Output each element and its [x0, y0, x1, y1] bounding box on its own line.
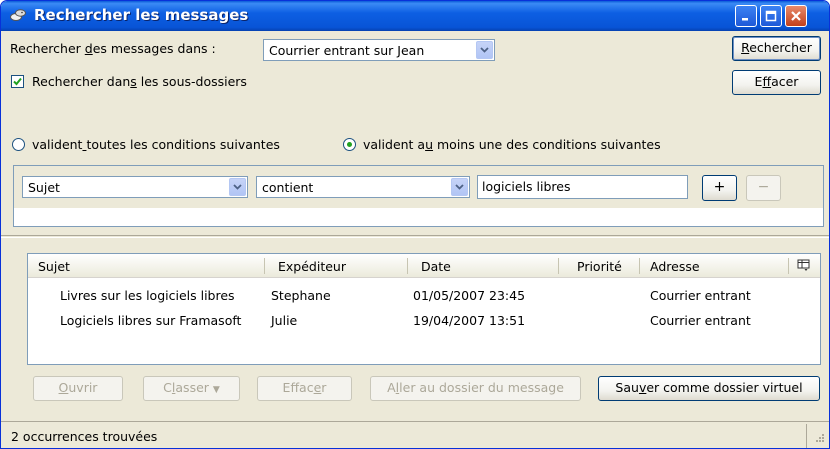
criterion-operator-select[interactable]: contient	[256, 176, 470, 198]
match-any-label[interactable]: valident au moins une des conditions sui…	[363, 137, 661, 152]
search-button[interactable]: Rechercher	[732, 36, 821, 61]
minimize-icon	[742, 18, 748, 21]
status-text: 2 occurrences trouvées	[11, 429, 158, 444]
table-row[interactable]: Logiciels libres sur Framasoft Julie 19/…	[28, 311, 820, 331]
match-all-label[interactable]: valident toutes les conditions suivantes	[32, 137, 280, 152]
title-bar[interactable]: Rechercher les messages	[1, 1, 829, 31]
resize-grip-icon[interactable]	[813, 431, 825, 446]
criterion-field-value: Sujet	[28, 180, 60, 195]
subfolders-checkbox[interactable]	[11, 75, 24, 88]
search-in-folder-value: Courrier entrant sur Jean	[269, 43, 425, 58]
app-icon	[10, 8, 26, 22]
remove-criterion-button[interactable]: −	[746, 175, 781, 201]
clear-button[interactable]: Effacer	[732, 70, 821, 95]
dropdown-arrow-icon: ▼	[212, 385, 220, 395]
save-as-virtual-folder-button[interactable]: Sauver comme dossier virtuel	[598, 376, 820, 401]
column-address[interactable]: Adresse	[650, 259, 700, 274]
row-subject: Livres sur les logiciels libres	[60, 288, 235, 303]
maximize-icon	[765, 10, 777, 22]
column-separator	[264, 258, 265, 274]
column-separator	[639, 258, 640, 274]
row-date: 01/05/2007 23:45	[413, 288, 526, 303]
column-picker-icon[interactable]	[797, 259, 810, 275]
go-to-folder-button[interactable]: Aller au dossier du message	[370, 376, 581, 401]
close-icon	[791, 11, 801, 21]
results-list[interactable]: Sujet Expéditeur Date Priorité Adresse L…	[27, 253, 821, 365]
column-separator	[558, 258, 559, 274]
close-button[interactable]	[785, 5, 807, 27]
results-column-header: Sujet Expéditeur Date Priorité Adresse	[28, 254, 820, 278]
criterion-row: Sujet contient logiciels libres + −	[14, 166, 823, 208]
chevron-down-icon[interactable]	[476, 41, 493, 59]
add-criterion-button[interactable]: +	[702, 175, 737, 201]
column-date[interactable]: Date	[421, 259, 451, 274]
criterion-operator-value: contient	[262, 180, 314, 195]
chevron-down-icon[interactable]	[229, 178, 246, 196]
chevron-down-icon[interactable]	[451, 178, 468, 196]
match-any-radio[interactable]	[343, 138, 356, 151]
search-in-label: Rechercher des messages dans :	[10, 41, 216, 56]
open-button[interactable]: Ouvrir	[33, 376, 123, 401]
plus-icon: +	[713, 179, 726, 195]
pane-splitter[interactable]	[1, 235, 829, 238]
match-all-radio[interactable]	[12, 138, 25, 151]
minimize-button[interactable]	[735, 5, 757, 27]
column-separator	[788, 258, 789, 274]
column-priority[interactable]: Priorité	[577, 259, 622, 274]
delete-button[interactable]: Effacer	[257, 376, 352, 401]
search-messages-dialog: Rechercher les messages Rechercher des m…	[0, 0, 830, 449]
table-row[interactable]: Livres sur les logiciels libres Stephane…	[28, 286, 820, 306]
minus-icon: −	[757, 179, 770, 195]
status-separator	[806, 424, 807, 448]
column-sender[interactable]: Expéditeur	[278, 259, 346, 274]
row-date: 19/04/2007 13:51	[413, 313, 526, 328]
column-subject[interactable]: Sujet	[38, 259, 70, 274]
status-bar: 2 occurrences trouvées	[1, 421, 829, 448]
subfolders-label[interactable]: Rechercher dans les sous-dossiers	[32, 74, 247, 89]
window-title: Rechercher les messages	[34, 6, 249, 24]
criterion-field-select[interactable]: Sujet	[22, 176, 248, 198]
row-subject: Logiciels libres sur Framasoft	[60, 313, 242, 328]
column-separator	[407, 258, 408, 274]
row-address: Courrier entrant	[650, 313, 751, 328]
row-sender: Julie	[271, 313, 298, 328]
criterion-value-input[interactable]: logiciels libres	[477, 175, 688, 199]
file-to-button[interactable]: Classer ▼	[143, 376, 240, 401]
criterion-value-text: logiciels libres	[482, 179, 571, 194]
row-sender: Stephane	[271, 288, 331, 303]
row-address: Courrier entrant	[650, 288, 751, 303]
criteria-list: Sujet contient logiciels libres + −	[13, 165, 824, 227]
maximize-button[interactable]	[760, 5, 782, 27]
search-in-folder-select[interactable]: Courrier entrant sur Jean	[263, 39, 495, 61]
checkmark-icon	[13, 77, 22, 86]
